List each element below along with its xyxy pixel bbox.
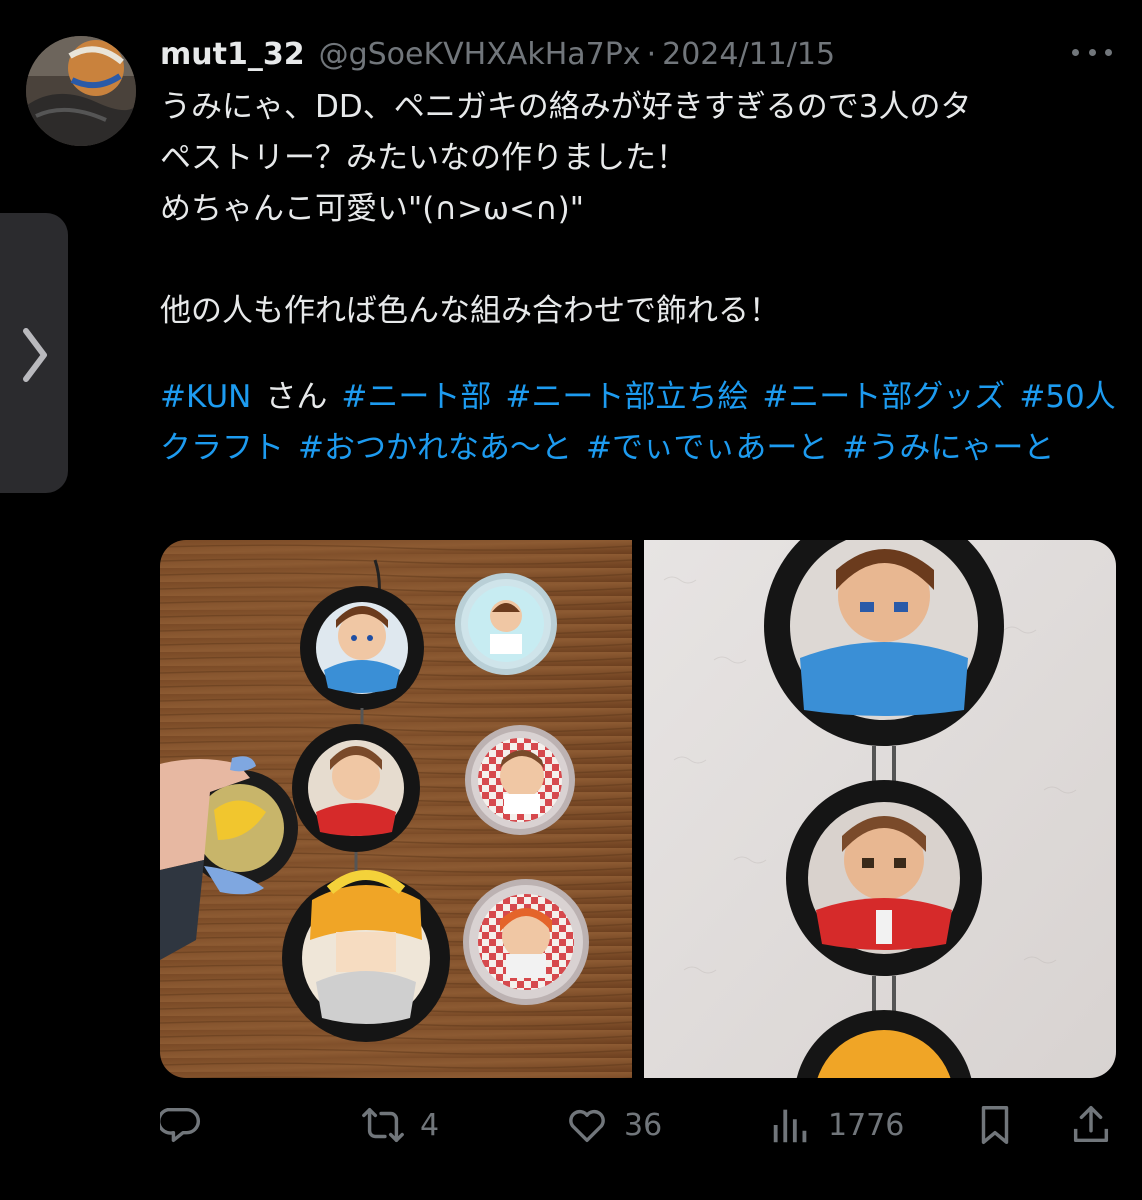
side-panel-handle[interactable]: [0, 213, 68, 493]
retweet-button[interactable]: 4: [360, 1098, 439, 1152]
views-icon: [773, 1109, 807, 1143]
separator: ·: [646, 36, 657, 72]
hashtag-text: さん: [265, 379, 328, 415]
hashtags: #KUN さん #ニート部 #ニート部立ち絵 #ニート部グッズ #50人クラフト #おつかれ…: [160, 372, 1120, 474]
tweet-media[interactable]: [160, 540, 1116, 1078]
like-count: 36: [624, 1107, 663, 1143]
share-button[interactable]: [1068, 1098, 1114, 1152]
retweet-icon: [362, 1107, 404, 1143]
heart-icon: [569, 1109, 605, 1143]
hashtag-link[interactable]: #おつかれなあ～と: [298, 430, 572, 466]
display-name[interactable]: mut1_32: [160, 37, 305, 72]
reply-button[interactable]: [160, 1098, 206, 1152]
more-options-icon[interactable]: [1072, 42, 1112, 62]
avatar[interactable]: [26, 36, 136, 146]
reply-icon: [160, 1107, 200, 1143]
hashtag-link[interactable]: #うみにゃーと: [842, 430, 1054, 466]
chevron-right-icon: [23, 328, 47, 382]
action-bar: 4 36 1776: [160, 1098, 1120, 1152]
hashtag-link[interactable]: #でぃでぃあーと: [586, 430, 828, 466]
tweet-date[interactable]: 2024/11/15: [662, 37, 835, 72]
hashtag-link[interactable]: #ニート部グッズ: [762, 379, 1005, 415]
views-count: 1776: [828, 1107, 905, 1143]
photo-left[interactable]: [160, 540, 632, 1078]
tweet-header: mut1_32 @gSoeKVHXAkHa7Px · 2024/11/15: [160, 32, 835, 76]
hashtag-link[interactable]: #ニート部立ち絵: [505, 379, 748, 415]
share-icon: [1073, 1106, 1109, 1143]
views-button[interactable]: 1776: [768, 1098, 904, 1152]
hashtag-link[interactable]: #ニート部: [341, 379, 491, 415]
like-button[interactable]: 36: [564, 1098, 662, 1152]
hashtag-link[interactable]: #KUN: [160, 379, 251, 415]
photo-right[interactable]: [644, 540, 1116, 1078]
user-handle[interactable]: @gSoeKVHXAkHa7Px: [319, 37, 641, 72]
retweet-count: 4: [420, 1107, 440, 1143]
tweet-text: うみにゃ、DD、ペニガキの絡みが好きすぎるので3人のタ ペストリー？みたいなの作…: [160, 89, 972, 329]
bookmark-icon: [981, 1106, 1009, 1144]
bookmark-button[interactable]: [972, 1098, 1018, 1152]
